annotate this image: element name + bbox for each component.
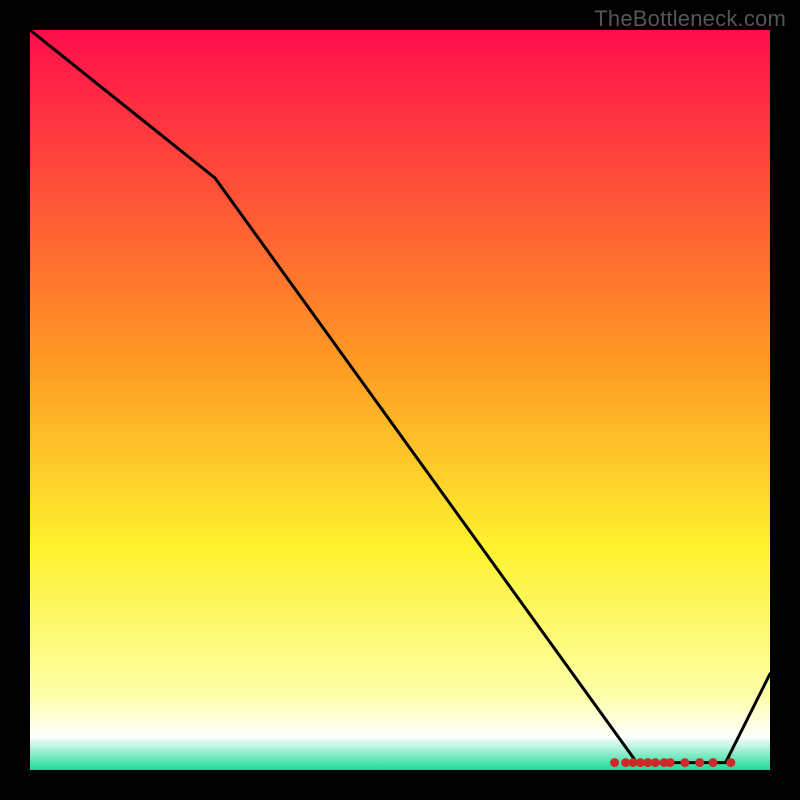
sweet-spot-marker xyxy=(666,758,675,767)
sweet-spot-marker xyxy=(726,758,735,767)
chart-frame: TheBottleneck.com xyxy=(0,0,800,800)
sweet-spot-marker xyxy=(680,758,689,767)
sweet-spot-marker xyxy=(709,758,718,767)
sweet-spot-marker xyxy=(695,758,704,767)
chart-background xyxy=(30,30,770,770)
sweet-spot-marker xyxy=(610,758,619,767)
sweet-spot-marker xyxy=(651,758,660,767)
watermark-text: TheBottleneck.com xyxy=(594,6,786,32)
bottleneck-chart xyxy=(30,30,770,770)
